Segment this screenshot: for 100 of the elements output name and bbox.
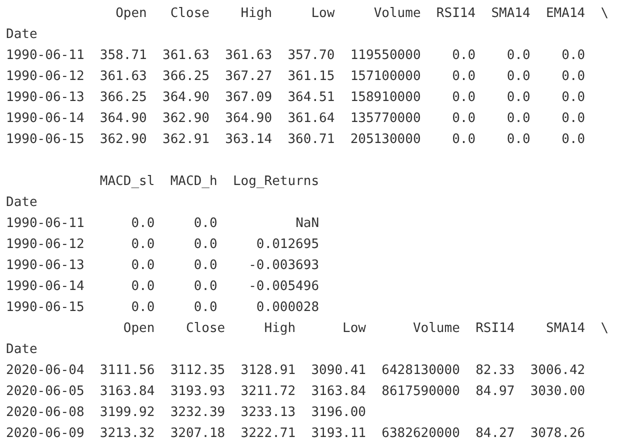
table-cell: 6428130000 bbox=[382, 363, 460, 378]
column-header: Low bbox=[311, 6, 335, 21]
table-cell: 0.0 bbox=[131, 216, 155, 231]
column-header: High bbox=[264, 321, 296, 336]
table-cell: 363.14 bbox=[225, 132, 272, 147]
column-header: EMA14 bbox=[546, 6, 586, 21]
table-cell: 3163.84 bbox=[100, 384, 155, 399]
column-header: High bbox=[240, 6, 272, 21]
table-cell: 361.63 bbox=[162, 48, 210, 63]
table-cell: 0.0 bbox=[452, 48, 476, 63]
table-cell: 0.0 bbox=[194, 216, 218, 231]
index-name: Date bbox=[6, 342, 38, 357]
table-cell: -0.005496 bbox=[248, 279, 320, 294]
line-continuation-mark: \ bbox=[600, 6, 609, 21]
column-header: MACD_sl bbox=[100, 174, 155, 189]
table-cell: 0.0 bbox=[562, 90, 586, 105]
table-cell: 3199.92 bbox=[100, 405, 155, 420]
column-header: MACD_h bbox=[170, 174, 218, 189]
row-index: 1990-06-15 bbox=[6, 300, 84, 315]
table-cell: 0.0 bbox=[506, 90, 530, 105]
table-cell: 8617590000 bbox=[382, 384, 460, 399]
table-cell: -0.003693 bbox=[248, 258, 320, 273]
table-cell: 366.25 bbox=[100, 90, 147, 105]
column-header: SMA14 bbox=[546, 321, 586, 336]
table-cell: 3163.84 bbox=[311, 384, 366, 399]
column-header: Open bbox=[123, 321, 155, 336]
table-cell: 361.64 bbox=[288, 111, 335, 126]
row-index: 1990-06-12 bbox=[6, 69, 84, 84]
line-continuation-mark: \ bbox=[600, 321, 609, 336]
table-cell: 3111.56 bbox=[100, 363, 155, 378]
table-cell: 0.0 bbox=[194, 300, 218, 315]
table-cell: 0.012695 bbox=[256, 237, 320, 252]
table-cell: 364.90 bbox=[225, 111, 272, 126]
row-index: 2020-06-05 bbox=[6, 384, 84, 399]
row-index: 2020-06-09 bbox=[6, 426, 84, 441]
column-header: Close bbox=[170, 6, 210, 21]
table-cell: 361.63 bbox=[100, 69, 147, 84]
column-header: Close bbox=[186, 321, 226, 336]
column-header: Volume bbox=[412, 321, 460, 336]
table-cell: 0.0 bbox=[562, 132, 586, 147]
table-cell: 0.0 bbox=[506, 69, 530, 84]
table-cell: 3030.00 bbox=[530, 384, 586, 399]
table-cell: 0.0 bbox=[452, 90, 476, 105]
table-cell: 0.0 bbox=[506, 132, 530, 147]
row-index: 2020-06-04 bbox=[6, 363, 84, 378]
table-cell: 3193.11 bbox=[311, 426, 366, 441]
table-cell: 0.0 bbox=[131, 237, 155, 252]
table-cell: 84.97 bbox=[476, 384, 515, 399]
table-cell: 364.90 bbox=[100, 111, 147, 126]
table-cell: 205130000 bbox=[350, 132, 421, 147]
column-header: SMA14 bbox=[491, 6, 530, 21]
table-cell: 3207.18 bbox=[170, 426, 226, 441]
table-cell: 0.0 bbox=[452, 69, 476, 84]
table-cell: 3233.13 bbox=[240, 405, 296, 420]
table-cell: 358.71 bbox=[100, 48, 147, 63]
table-cell: 366.25 bbox=[162, 69, 210, 84]
table-cell: 362.90 bbox=[162, 111, 210, 126]
table-cell: 84.27 bbox=[476, 426, 515, 441]
table-cell: 364.90 bbox=[162, 90, 210, 105]
row-index: 1990-06-15 bbox=[6, 132, 84, 147]
row-index: 2020-06-08 bbox=[6, 405, 84, 420]
table-cell: 0.0 bbox=[194, 258, 218, 273]
table-cell: 3211.72 bbox=[240, 384, 296, 399]
table-cell: 3196.00 bbox=[311, 405, 366, 420]
column-header: Open bbox=[116, 6, 147, 21]
table-cell: 0.0 bbox=[131, 279, 155, 294]
table-cell: 361.63 bbox=[225, 48, 272, 63]
table-cell: 364.51 bbox=[288, 90, 335, 105]
table-cell: 3090.41 bbox=[311, 363, 366, 378]
table-cell: NaN bbox=[296, 216, 320, 231]
table-cell: 0.0 bbox=[131, 258, 155, 273]
row-index: 1990-06-14 bbox=[6, 279, 84, 294]
table-cell: 0.0 bbox=[562, 111, 586, 126]
table-cell: 0.0 bbox=[194, 279, 218, 294]
column-header: Volume bbox=[374, 6, 421, 21]
table-cell: 3193.93 bbox=[170, 384, 226, 399]
table-cell: 3112.35 bbox=[170, 363, 226, 378]
table-cell: 0.0 bbox=[452, 132, 476, 147]
table-cell: 3213.32 bbox=[100, 426, 155, 441]
table-cell: 158910000 bbox=[350, 90, 421, 105]
table-cell: 135770000 bbox=[350, 111, 421, 126]
table-cell: 360.71 bbox=[288, 132, 335, 147]
table-cell: 361.15 bbox=[288, 69, 335, 84]
table-cell: 3078.26 bbox=[530, 426, 586, 441]
index-name: Date bbox=[6, 195, 38, 210]
row-index: 1990-06-14 bbox=[6, 111, 84, 126]
table-cell: 0.0 bbox=[131, 300, 155, 315]
table-cell: 0.0 bbox=[452, 111, 476, 126]
table-cell: 0.0 bbox=[506, 48, 530, 63]
table-cell: 6382620000 bbox=[382, 426, 460, 441]
table-cell: 362.90 bbox=[100, 132, 147, 147]
table-cell: 3128.91 bbox=[240, 363, 296, 378]
table-cell: 3222.71 bbox=[240, 426, 296, 441]
row-index: 1990-06-13 bbox=[6, 258, 84, 273]
table-cell: 367.09 bbox=[225, 90, 272, 105]
table-cell: 119550000 bbox=[350, 48, 421, 63]
row-index: 1990-06-11 bbox=[6, 216, 84, 231]
table-cell: 362.91 bbox=[162, 132, 210, 147]
index-name: Date bbox=[6, 27, 38, 42]
table-cell: 0.0 bbox=[562, 48, 586, 63]
